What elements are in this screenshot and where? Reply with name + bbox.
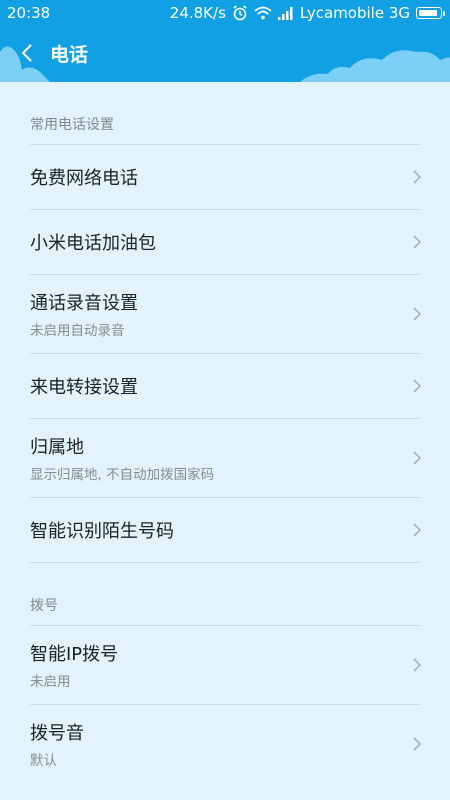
alarm-icon (233, 5, 247, 21)
settings-item-title: 智能识别陌生号码 (30, 521, 174, 542)
settings-item-subtitle: 显示归属地, 不自动加拨国家码 (30, 467, 215, 483)
settings-item-title: 通话录音设置 (30, 293, 138, 314)
signal-icon (277, 6, 293, 20)
settings-list: 常用电话设置 免费网络电话 小米电话加油包 通话录音设置 未启用自动录音 来电转… (0, 82, 450, 783)
settings-item-title: 小米电话加油包 (30, 233, 156, 254)
back-button[interactable] (10, 36, 44, 70)
settings-item-title: 智能IP拨号 (30, 644, 119, 665)
battery-icon (416, 7, 445, 19)
chevron-right-icon (413, 307, 422, 321)
carrier-label: Lycamobile 3G (299, 4, 410, 22)
chevron-right-icon (413, 523, 422, 537)
settings-item-title: 拨号音 (30, 723, 84, 744)
chevron-right-icon (413, 451, 422, 465)
page-title: 电话 (50, 44, 89, 66)
settings-item-smart-ip-dial[interactable]: 智能IP拨号 未启用 (0, 626, 450, 704)
app-header: 20:38 24.8K/s Lycamobile 3G 电话 (0, 0, 450, 82)
settings-item-call-forwarding[interactable]: 来电转接设置 (0, 354, 450, 418)
chevron-right-icon (413, 170, 422, 184)
chevron-right-icon (413, 379, 422, 393)
status-time: 20:38 (7, 4, 51, 22)
settings-item-smart-identify[interactable]: 智能识别陌生号码 (0, 498, 450, 562)
settings-item-title: 归属地 (30, 437, 84, 458)
wifi-icon (254, 6, 272, 20)
settings-item-subtitle: 未启用自动录音 (30, 323, 125, 339)
chevron-right-icon (413, 737, 422, 751)
settings-item-subtitle: 默认 (30, 753, 57, 769)
settings-item-title: 免费网络电话 (30, 168, 138, 189)
section-header-common: 常用电话设置 (30, 117, 114, 133)
settings-item-caller-location[interactable]: 归属地 显示归属地, 不自动加拨国家码 (0, 419, 450, 497)
settings-item-title: 来电转接设置 (30, 377, 138, 398)
settings-item-call-recording[interactable]: 通话录音设置 未启用自动录音 (0, 275, 450, 353)
settings-item-dial-tone[interactable]: 拨号音 默认 (0, 705, 450, 783)
settings-item-free-voip[interactable]: 免费网络电话 (0, 145, 450, 209)
chevron-left-icon (21, 44, 32, 62)
network-speed: 24.8K/s (169, 4, 226, 22)
settings-item-data-pack[interactable]: 小米电话加油包 (0, 210, 450, 274)
settings-item-subtitle: 未启用 (30, 674, 71, 690)
status-bar: 20:38 24.8K/s Lycamobile 3G (0, 0, 450, 26)
section-header-dialing: 拨号 (30, 598, 58, 614)
chevron-right-icon (413, 658, 422, 672)
chevron-right-icon (413, 235, 422, 249)
nav-bar: 电话 (0, 34, 450, 74)
